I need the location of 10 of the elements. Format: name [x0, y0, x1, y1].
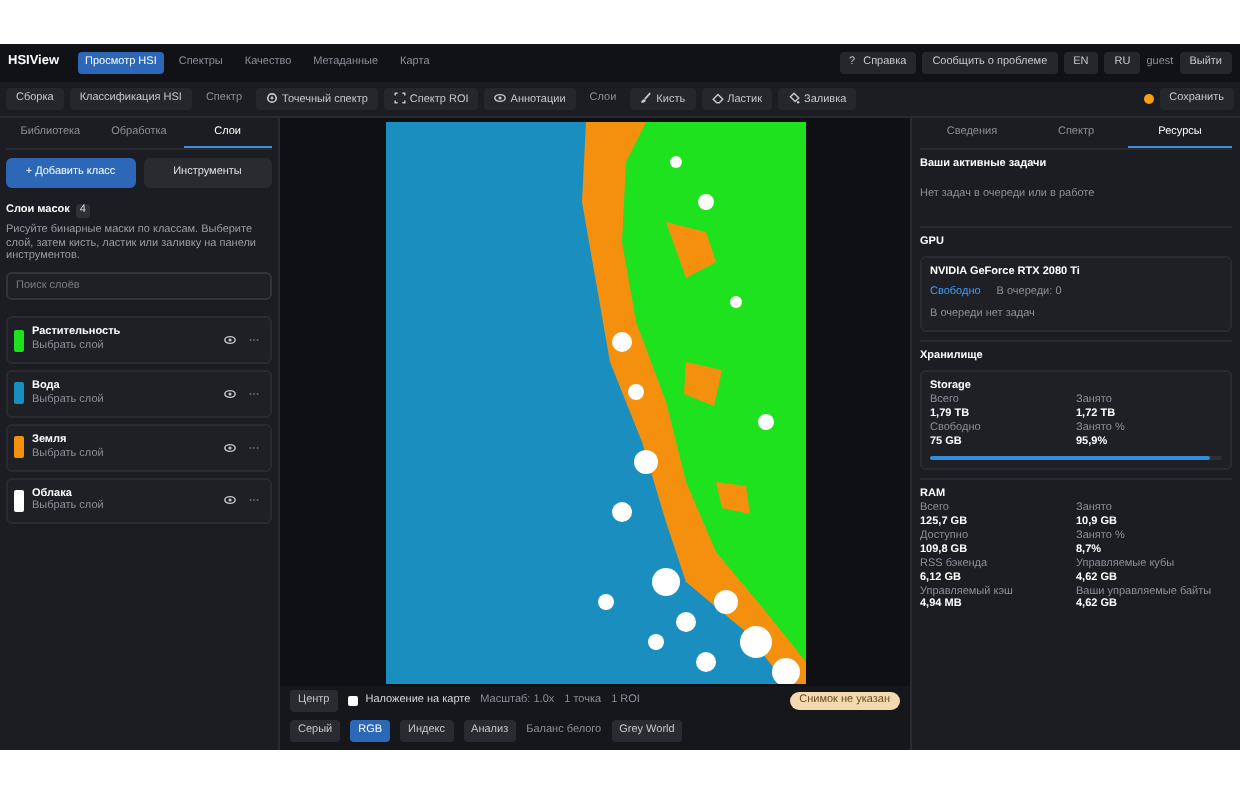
- target-icon: [266, 91, 279, 104]
- eraser-icon: [711, 91, 724, 104]
- eye-icon[interactable]: [224, 441, 236, 454]
- frame-icon: [393, 91, 406, 104]
- brush-icon: [640, 91, 653, 104]
- eye-icon[interactable]: [224, 494, 236, 507]
- eye-icon: [494, 91, 507, 104]
- eye-icon[interactable]: [224, 334, 236, 347]
- bucket-icon: [788, 91, 801, 104]
- eye-icon[interactable]: [224, 387, 236, 400]
